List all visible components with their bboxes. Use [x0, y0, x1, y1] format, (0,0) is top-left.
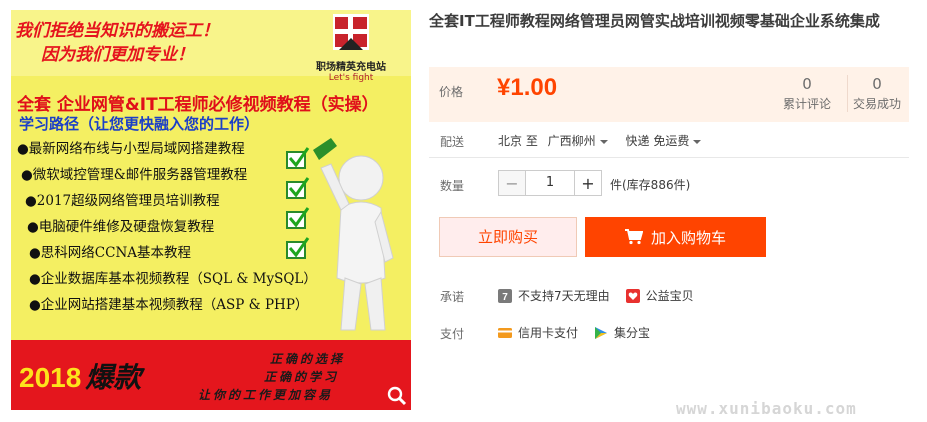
trades-label: 交易成功: [852, 97, 901, 111]
delivery-from: 北京 至: [498, 134, 538, 148]
reviews-count: 0: [802, 75, 812, 93]
promise-row: 7 不支持7天无理由 公益宝贝: [498, 287, 694, 304]
delivery-label: 配送: [440, 135, 465, 149]
image-course-item: ●思科网络CCNA基本教程: [29, 245, 191, 261]
add-to-cart-button[interactable]: 加入购物车: [585, 217, 766, 257]
image-tagline: 正确的学习: [263, 370, 339, 384]
watermark-text: www.xunibaoku.com: [676, 399, 857, 418]
promise-label: 承诺: [440, 290, 465, 304]
jifenbao-icon: [595, 326, 608, 339]
image-tagline: 让你的工作更加容易: [197, 388, 333, 402]
image-course-item: ●微软域控管理&邮件服务器管理教程: [21, 167, 248, 183]
svg-text:7: 7: [502, 292, 508, 303]
charity-text[interactable]: 公益宝贝: [646, 287, 694, 304]
delivery-destination: 广西柳州: [547, 134, 596, 148]
delivery-row: 北京 至 广西柳州 快递 免运费: [498, 132, 702, 149]
buy-now-button[interactable]: 立即购买: [439, 217, 577, 257]
quantity-increase-button[interactable]: +: [574, 170, 602, 196]
image-course-list: ●最新网络布线与小型局域网搭建教程 ●微软域控管理&邮件服务器管理教程 ●201…: [17, 136, 317, 318]
image-slogan-line1: 我们拒绝当知识的搬运工！: [15, 21, 219, 40]
payment-label: 支付: [440, 327, 465, 341]
charity-heart-icon: [625, 288, 640, 303]
zoom-icon[interactable]: [387, 386, 407, 406]
seven-day-return-icon: 7: [498, 288, 512, 303]
stock-text: 件(库存886件): [610, 178, 691, 192]
reviews-label: 累计评论: [782, 97, 831, 111]
image-course-item: ●最新网络布线与小型局域网搭建教程: [17, 141, 245, 157]
chevron-down-icon: [599, 139, 608, 144]
reviews-stat[interactable]: 0 累计评论: [781, 75, 833, 112]
image-brand-sub: Let's fight: [328, 73, 374, 83]
price-panel: 价格 ¥1.00 0 累计评论 0 交易成功: [429, 67, 909, 122]
delivery-method: 快递 免运费: [625, 134, 690, 148]
image-year: 2018: [19, 362, 82, 393]
flag-logo-icon: [333, 14, 369, 50]
payment-row: 信用卡支付 集分宝: [498, 324, 650, 341]
delivery-method-select[interactable]: 快递 免运费: [626, 134, 702, 148]
quantity-decrease-button[interactable]: −: [498, 170, 526, 196]
no-return-text[interactable]: 不支持7天无理由: [518, 287, 610, 304]
price-value: ¥1.00: [497, 74, 558, 101]
delivery-destination-select[interactable]: 广西柳州: [548, 134, 608, 148]
trades-stat: 0 交易成功: [847, 75, 906, 112]
quantity-label: 数量: [440, 179, 465, 193]
image-course-item: ●2017超级网络管理员培训教程: [25, 193, 220, 209]
figure-with-checkmarks-illustration: [286, 138, 394, 331]
image-course-item: ●企业数据库基本视频教程（SQL & MySQL）: [29, 271, 317, 287]
jifenbao-text[interactable]: 集分宝: [614, 324, 650, 341]
image-slogan-line2: 因为我们更加专业！: [41, 45, 194, 64]
image-headline: 全套 企业网管&IT工程师必修视频教程（实操）: [17, 95, 379, 115]
image-brand-name: 职场精英充电站: [316, 62, 386, 73]
image-brand-logo: 职场精英充电站 Let's fight: [297, 14, 405, 83]
product-title: 全套IT工程师教程网络管理员网管实战培训视频零基础企业系统集成: [429, 12, 880, 30]
credit-card-text[interactable]: 信用卡支付: [518, 324, 578, 341]
shopping-cart-icon: [624, 229, 643, 245]
chevron-down-icon: [693, 139, 702, 144]
quantity-stepper: − 1 +: [498, 170, 602, 196]
product-main-image[interactable]: 我们拒绝当知识的搬运工！ 因为我们更加专业！ 职场精英充电站 Let's fig…: [11, 10, 411, 410]
image-year-suffix: 爆款: [85, 362, 142, 393]
credit-card-icon: [498, 327, 512, 338]
image-course-item: ●电脑硬件维修及硬盘恢复教程: [27, 219, 215, 235]
add-to-cart-label: 加入购物车: [650, 228, 726, 247]
price-label: 价格: [439, 85, 464, 99]
image-subline: 学习路径（让您更快融入您的工作）: [19, 115, 260, 133]
image-tagline: 正确的选择: [269, 352, 345, 366]
divider: [429, 157, 909, 158]
quantity-input[interactable]: 1: [526, 170, 574, 196]
image-year-badge: 2018 爆款: [19, 356, 141, 396]
image-course-item: ●企业网站搭建基本视频教程（ASP & PHP）: [29, 297, 309, 313]
trades-count: 0: [872, 75, 882, 93]
